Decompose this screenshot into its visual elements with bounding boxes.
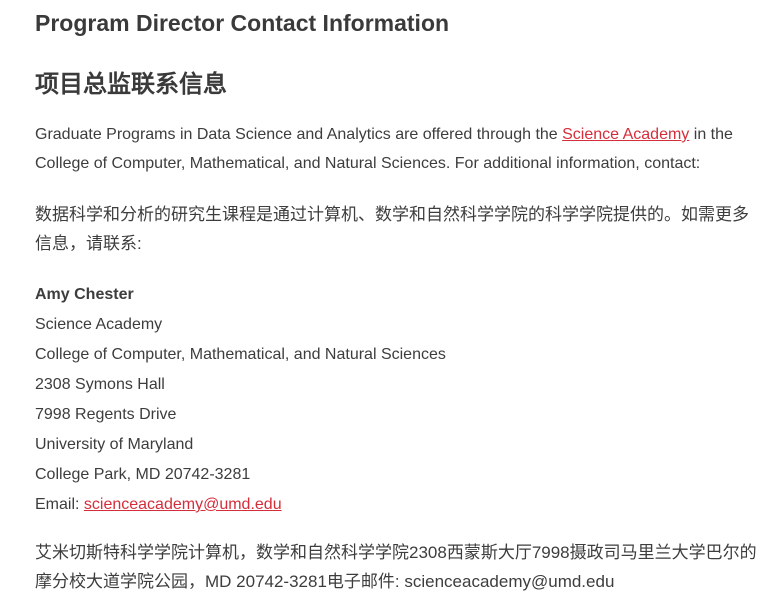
contact-name: Amy Chester: [35, 286, 134, 303]
page: Program Director Contact Information 项目总…: [0, 0, 769, 611]
page-title: Program Director Contact Information: [35, 10, 450, 36]
contact-email-line: Email: scienceacademy@umd.edu: [35, 490, 446, 520]
contact-university: University of Maryland: [35, 436, 194, 453]
contact-college: College of Computer, Mathematical, and N…: [35, 346, 446, 363]
contact-organization: Science Academy: [35, 316, 163, 333]
science-academy-link[interactable]: Science Academy: [562, 126, 689, 143]
email-label: Email:: [35, 496, 84, 513]
intro-text-before: Graduate Programs in Data Science and An…: [35, 126, 563, 143]
contact-address: Amy Chester Science Academy College of C…: [35, 280, 446, 520]
contact-room: 2308 Symons Hall: [35, 376, 165, 393]
intro-paragraph: Graduate Programs in Data Science and An…: [35, 120, 765, 178]
page-title-chinese: 项目总监联系信息: [35, 71, 227, 98]
contact-chinese: 艾米切斯特科学学院计算机，数学和自然科学学院2308西蒙斯大厅7998摄政司马里…: [35, 543, 757, 591]
contact-street: 7998 Regents Drive: [35, 406, 177, 423]
intro-paragraph-chinese: 数据科学和分析的研究生课程是通过计算机、数学和自然科学学院的科学学院提供的。如需…: [35, 205, 749, 253]
contact-city: College Park, MD 20742-3281: [35, 466, 251, 483]
email-link[interactable]: scienceacademy@umd.edu: [84, 496, 282, 513]
